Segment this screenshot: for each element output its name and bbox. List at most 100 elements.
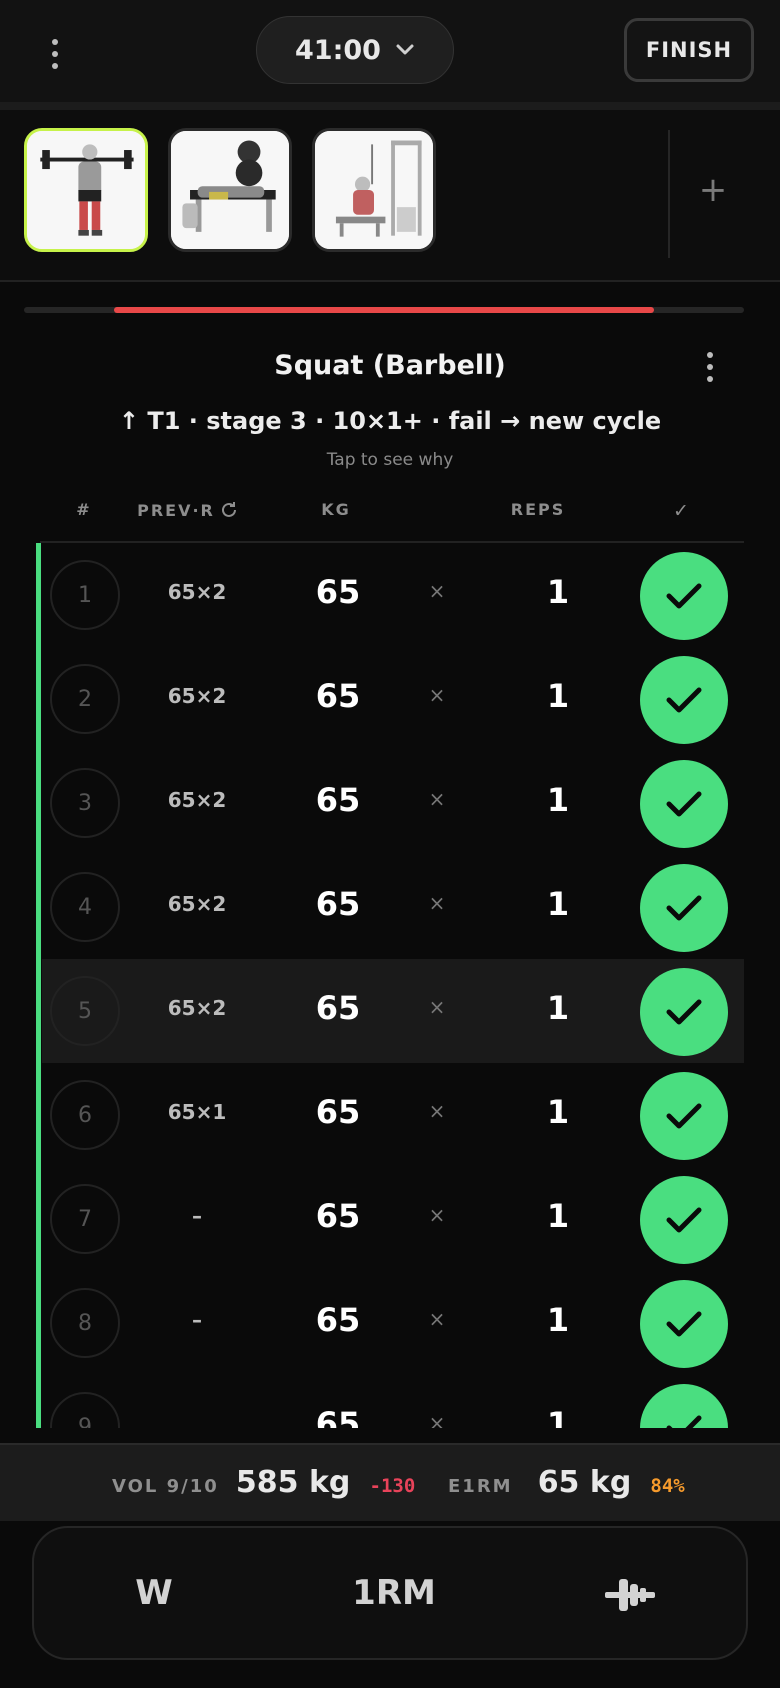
exercise-title[interactable]: Squat (Barbell) [0,350,780,381]
reps-input[interactable]: 1 [518,781,598,819]
previous-value[interactable]: 65×2 [142,580,252,604]
header-set-number: # [76,500,92,519]
reps-input[interactable]: 1 [518,989,598,1027]
volume-value: 585 kg [235,1465,351,1500]
checkmark-icon [666,687,702,713]
add-exercise-button[interactable]: + [695,170,731,210]
header-reps: REPS [510,500,566,519]
plate-calculator-button[interactable] [580,1528,680,1658]
set-complete-toggle[interactable] [640,1072,728,1160]
session-summary-bar: VOL 9/10 585 kg -130 E1RM 65 kg 84% [0,1443,780,1521]
checkmark-icon [666,791,702,817]
set-complete-toggle[interactable] [640,552,728,640]
previous-value[interactable]: 65×2 [142,684,252,708]
thumb-seated-cable-row[interactable] [312,128,436,252]
set-row[interactable]: 9 65 × 1 [42,1375,744,1428]
set-number[interactable]: 1 [50,560,120,630]
times-symbol: × [428,891,446,915]
times-symbol: × [428,995,446,1019]
previous-value[interactable]: 65×2 [142,788,252,812]
weight-input[interactable]: 65 [288,885,388,923]
more-menu-icon[interactable] [51,39,59,69]
set-row[interactable]: 5 65×2 65 × 1 [42,959,744,1063]
times-symbol: × [428,579,446,603]
refresh-icon [221,502,236,517]
header-previous-label: PREV·R [137,500,215,520]
set-number[interactable]: 9 [50,1392,120,1428]
reps-input[interactable]: 1 [518,1197,598,1235]
set-row[interactable]: 3 65×2 65 × 1 [42,751,744,855]
reps-input[interactable]: 1 [518,1301,598,1339]
weight-input[interactable]: 65 [288,677,388,715]
times-symbol: × [428,683,446,707]
sets-table: 1 65×2 65 × 1 2 65×2 65 × 1 3 65×2 65 × 1 4 65×2 65 × 1 5 65×… [0,543,780,1428]
weight-input[interactable]: 65 [288,1405,388,1428]
set-number[interactable]: 8 [50,1288,120,1358]
header-previous[interactable]: PREV·R [132,500,244,520]
chevron-down-icon [396,44,414,55]
set-row[interactable]: 6 65×1 65 × 1 [42,1063,744,1167]
volume-summary: VOL 9/10 585 kg -130 [112,1445,415,1521]
set-complete-toggle[interactable] [640,968,728,1056]
previous-value[interactable]: 65×2 [142,892,252,916]
checkmark-icon [666,1207,702,1233]
weight-input[interactable]: 65 [288,989,388,1027]
set-complete-toggle[interactable] [640,864,728,952]
thumb-bench-press[interactable] [168,128,292,252]
exercise-thumbnail-strip: + [0,110,780,282]
set-complete-toggle[interactable] [640,1176,728,1264]
set-row[interactable]: 2 65×2 65 × 1 [42,647,744,751]
header-kg: KG [321,500,351,519]
top-bar-divider [0,102,780,110]
set-number[interactable]: 4 [50,872,120,942]
exercise-progress-fill [114,307,654,313]
thumb-squat-barbell[interactable] [24,128,148,252]
progression-note[interactable]: ↑ T1 · stage 3 · 10×1+ · fail → new cycl… [0,407,780,435]
set-complete-toggle[interactable] [640,656,728,744]
weight-input[interactable]: 65 [288,1093,388,1131]
set-row[interactable]: 7– 65 × 1 [42,1167,744,1271]
set-complete-toggle[interactable] [640,760,728,848]
exercise-active-indicator [36,543,41,1428]
set-row[interactable]: 4 65×2 65 × 1 [42,855,744,959]
times-symbol: × [428,1203,446,1227]
finish-button[interactable]: FINISH [624,18,754,82]
exercise-menu-icon[interactable] [706,352,714,382]
set-complete-toggle[interactable] [640,1384,728,1428]
previous-value[interactable]: – [142,1204,252,1228]
checkmark-icon [666,1415,702,1428]
set-number[interactable]: 7 [50,1184,120,1254]
one-rm-button[interactable]: 1RM [334,1528,454,1658]
header-check: ✓ [673,500,691,522]
volume-label: VOL 9/10 [112,1476,219,1497]
weight-input[interactable]: 65 [288,781,388,819]
checkmark-icon [666,583,702,609]
reps-input[interactable]: 1 [518,573,598,611]
set-complete-toggle[interactable] [640,1280,728,1368]
bottom-tools-panel: W 1RM [32,1526,748,1660]
reps-input[interactable]: 1 [518,885,598,923]
warmup-button[interactable]: W [104,1528,204,1658]
checkmark-icon [666,1311,702,1337]
tap-to-see-why-hint[interactable]: Tap to see why [0,450,780,470]
previous-value[interactable]: 65×2 [142,996,252,1020]
set-row[interactable]: 8– 65 × 1 [42,1271,744,1375]
e1rm-value: 65 kg [537,1465,632,1500]
reps-input[interactable]: 1 [518,1405,598,1428]
reps-input[interactable]: 1 [518,1093,598,1131]
set-number[interactable]: 3 [50,768,120,838]
previous-value[interactable]: – [142,1308,252,1332]
set-number[interactable]: 5 [50,976,120,1046]
set-number[interactable]: 6 [50,1080,120,1150]
set-row[interactable]: 1 65×2 65 × 1 [42,543,744,647]
checkmark-icon [666,1103,702,1129]
times-symbol: × [428,1307,446,1331]
workout-timer[interactable]: 41:00 [256,16,454,84]
weight-input[interactable]: 65 [288,573,388,611]
previous-value[interactable]: 65×1 [142,1100,252,1124]
set-number[interactable]: 2 [50,664,120,734]
timer-value: 41:00 [295,34,381,66]
weight-input[interactable]: 65 [288,1197,388,1235]
weight-input[interactable]: 65 [288,1301,388,1339]
reps-input[interactable]: 1 [518,677,598,715]
